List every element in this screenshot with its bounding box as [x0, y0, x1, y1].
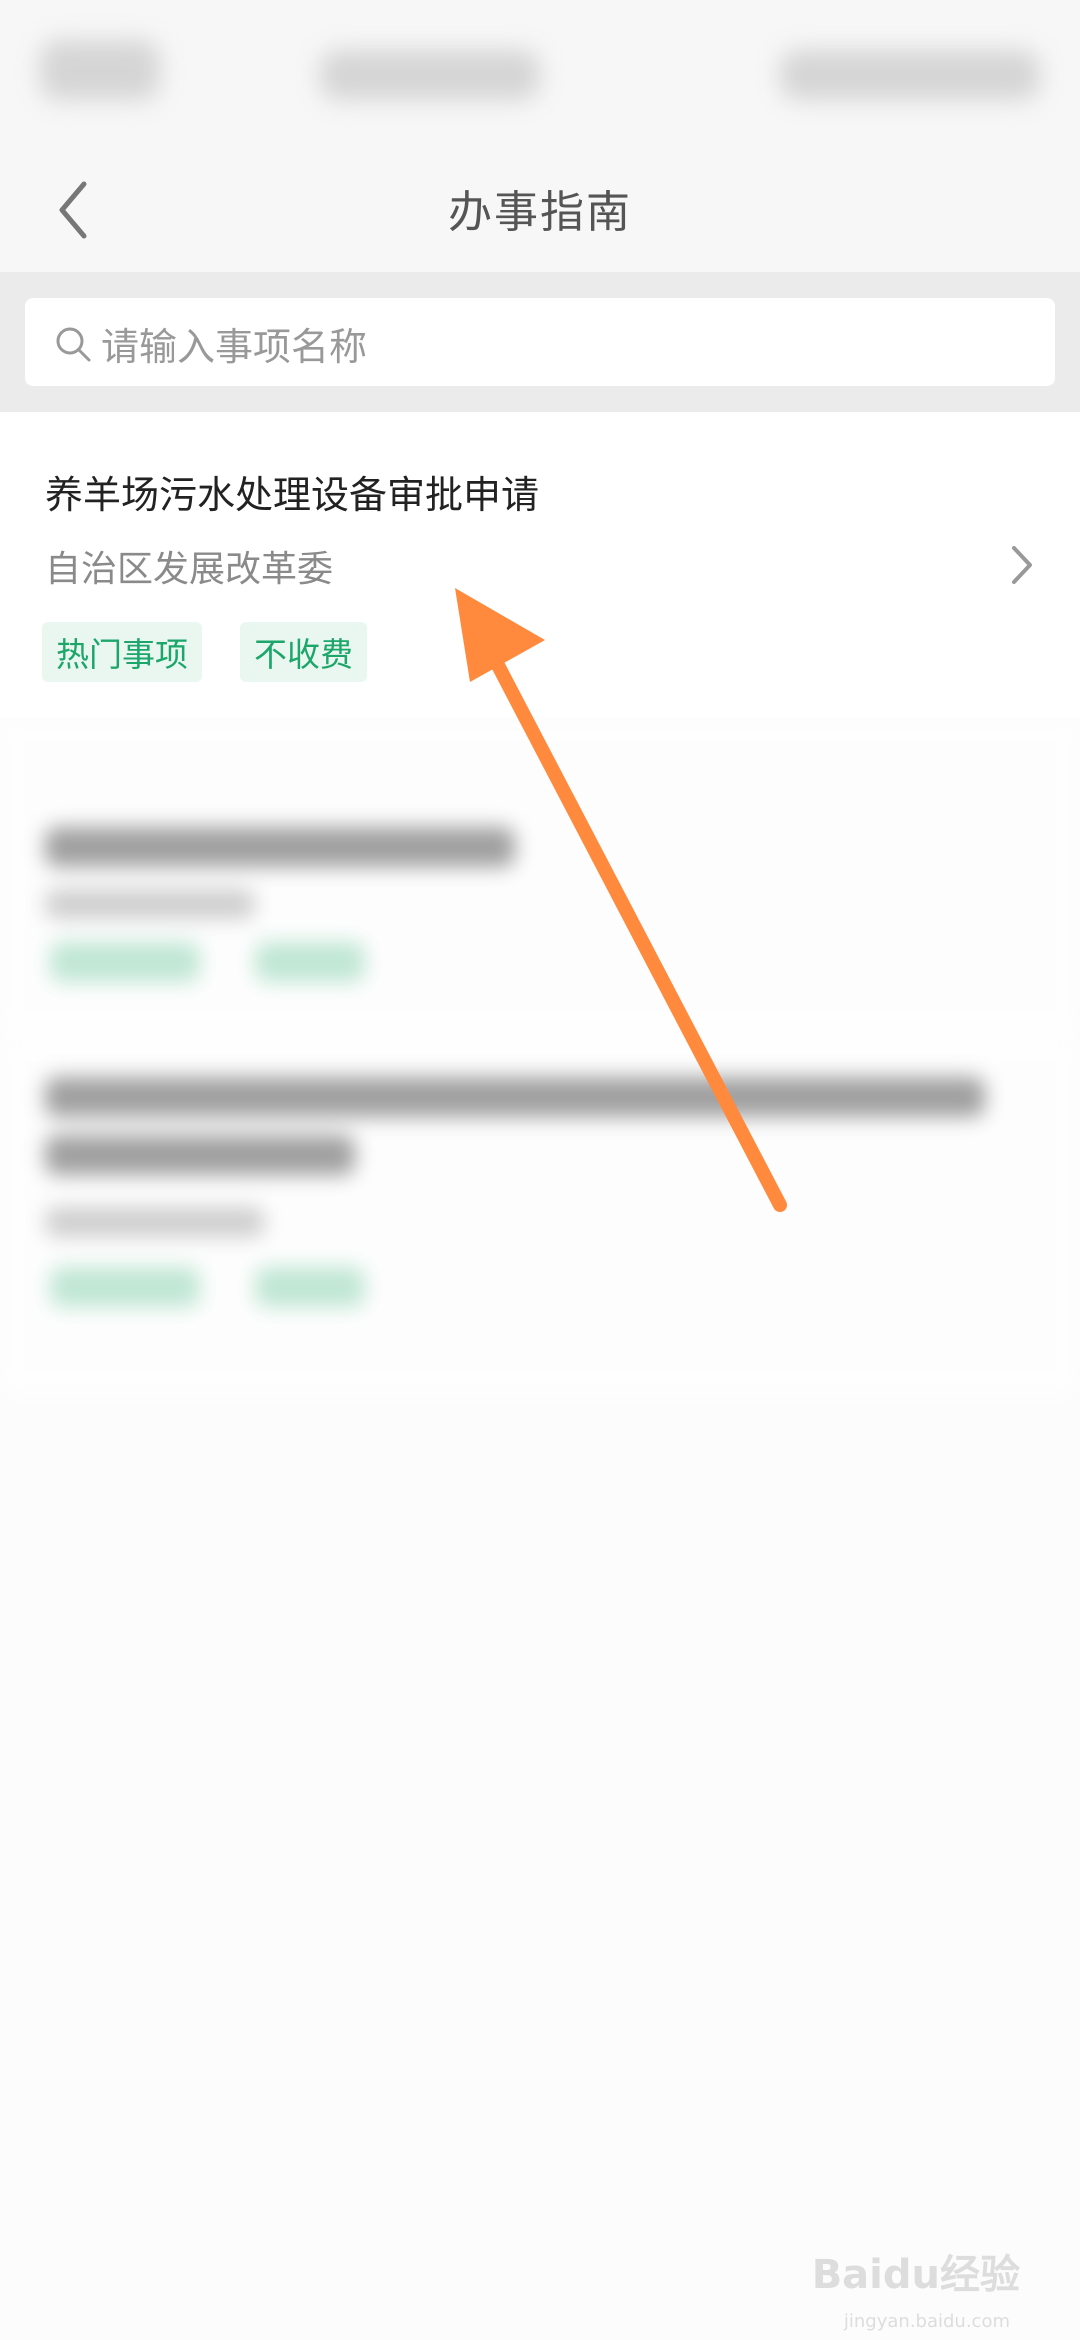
blurred-title — [45, 827, 515, 867]
item-title: 养羊场污水处理设备审批申请 — [45, 473, 540, 517]
status-bar-right-blur — [780, 50, 1040, 100]
status-bar — [0, 0, 1080, 150]
tag-free: 不收费 — [240, 622, 367, 682]
status-bar-left-blur — [40, 40, 160, 100]
blurred-subtitle — [45, 1207, 265, 1237]
blurred-tag — [255, 942, 365, 982]
tag-hot: 热门事项 — [42, 622, 202, 682]
page-title: 办事指南 — [448, 187, 632, 238]
watermark-logo: Baidu经验 — [811, 2252, 1020, 2298]
blurred-tag — [255, 1267, 365, 1307]
item-department: 自治区发展改革委 — [45, 549, 334, 590]
search-icon — [56, 327, 91, 362]
nav-bar: 办事指南 — [0, 150, 1080, 272]
blurred-tag — [50, 942, 200, 982]
blurred-title-line2 — [45, 1135, 355, 1175]
search-placeholder: 请输入事项名称 — [101, 325, 368, 369]
chevron-right-icon — [1012, 546, 1032, 584]
blurred-title — [45, 1077, 985, 1117]
item-list: 养羊场污水处理设备审批申请 自治区发展改革委 热门事项 不收费 — [0, 412, 1080, 1397]
status-bar-center-blur — [320, 50, 540, 100]
blurred-tag — [50, 1267, 200, 1307]
search-input[interactable]: 请输入事项名称 — [25, 298, 1055, 386]
tag-row: 热门事项 不收费 — [42, 622, 367, 682]
blurred-subtitle — [45, 889, 255, 919]
blurred-list-item — [0, 1037, 1080, 1397]
blurred-list-item — [0, 717, 1080, 1037]
search-area: 请输入事项名称 — [0, 272, 1080, 412]
list-item[interactable]: 养羊场污水处理设备审批申请 自治区发展改革委 热门事项 不收费 — [0, 412, 1080, 717]
watermark-url: jingyan.baidu.com — [843, 2311, 1010, 2332]
